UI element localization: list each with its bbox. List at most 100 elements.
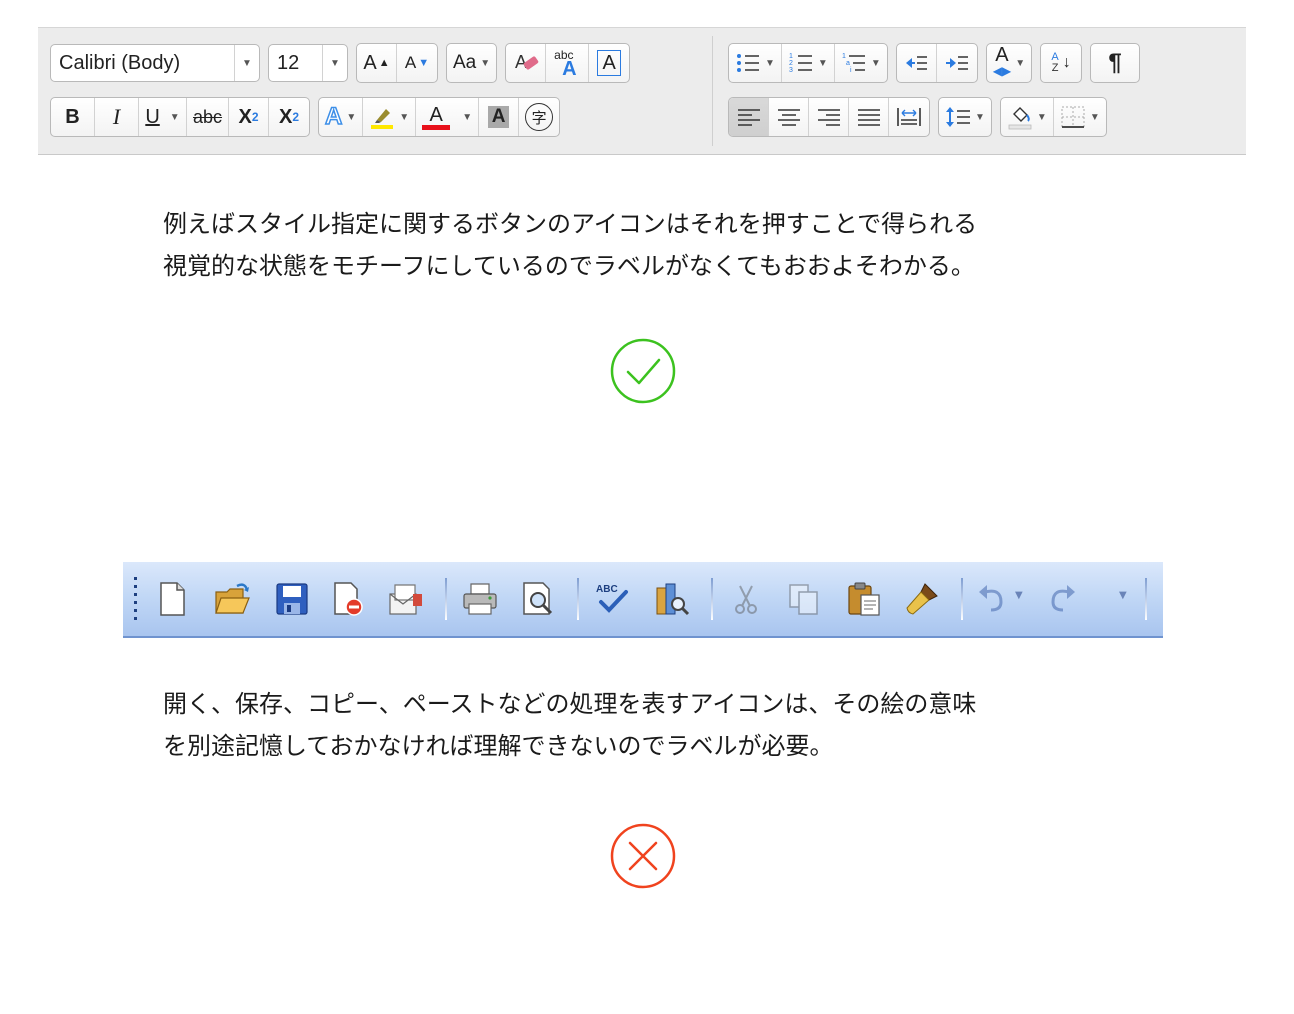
explanation-good-icons: 例えばスタイル指定に関するボタンのアイコンはそれを押すことで得られる 視覚的な状… [163, 203, 1143, 287]
line-spacing-icon [946, 107, 970, 127]
distributed-button[interactable] [889, 98, 929, 136]
chevron-down-icon[interactable]: ▼ [170, 112, 180, 123]
ribbon-row-paragraph-bottom: ▼ ▼ ▼ [728, 96, 1115, 138]
underline-button[interactable]: U ▼ [139, 98, 187, 136]
text-effects-button[interactable]: A ▼ [319, 98, 364, 136]
redo-icon[interactable] [1041, 580, 1079, 618]
character-border-button[interactable]: A [589, 44, 629, 82]
new-document-icon[interactable] [153, 580, 191, 618]
explanation-bad-icons: 開く、保存、コピー、ペーストなどの処理を表すアイコンは、その絵の意味 を別途記憶… [163, 683, 1143, 767]
formatting-ribbon: Calibri (Body) ▼ 12 ▼ A ▲ A ▼ Aa ▼ A abc… [38, 27, 1246, 155]
text-direction-label: A [995, 44, 1009, 66]
align-left-button[interactable] [729, 98, 769, 136]
sort-z-label: Z [1051, 62, 1059, 74]
bullet-list-icon [737, 54, 759, 72]
superscript-base-label: X [279, 105, 293, 128]
chevron-down-icon[interactable]: ▼ [1090, 112, 1100, 123]
change-case-button[interactable]: Aa ▼ [447, 44, 496, 82]
copy-icon[interactable] [785, 580, 823, 618]
numbering-button[interactable]: 1 2 3 ▼ [782, 44, 835, 82]
toolbar-grip-icon[interactable] [133, 576, 139, 620]
print-icon[interactable] [461, 580, 499, 618]
research-icon[interactable] [653, 580, 691, 618]
email-icon[interactable] [387, 580, 425, 618]
sort-button[interactable]: A Z ↓ [1041, 44, 1081, 82]
distributed-icon [897, 108, 921, 126]
chevron-down-icon[interactable]: ▼ [234, 45, 259, 81]
enclose-characters-button[interactable]: 字 [519, 98, 559, 136]
paragraph-line: 例えばスタイル指定に関するボタンのアイコンはそれを押すことで得られる [163, 210, 978, 238]
paragraph-line: 視覚的な状態をモチーフにしているのでラベルがなくてもおおよそわかる。 [163, 252, 975, 280]
underline-label: U [145, 105, 160, 128]
multilevel-list-icon: 1 a i [842, 53, 865, 74]
bold-button[interactable]: B [51, 98, 95, 136]
spacing-group: ▼ [938, 97, 992, 137]
align-left-icon [737, 109, 760, 126]
print-preview-icon[interactable] [519, 580, 557, 618]
toolbar-separator [961, 578, 963, 620]
open-folder-icon[interactable] [213, 580, 251, 618]
character-shading-button[interactable]: A [479, 98, 520, 136]
undo-icon[interactable] [975, 580, 1013, 618]
phonetic-guide-icon: abc A [552, 48, 582, 80]
chevron-down-icon[interactable]: ▼ [975, 112, 985, 123]
italic-button[interactable]: I [95, 98, 139, 136]
chevron-down-icon[interactable]: ▼ [399, 112, 409, 123]
character-shading-label: A [487, 106, 510, 128]
chevron-down-icon[interactable]: ▼ [1037, 112, 1047, 123]
justify-button[interactable] [849, 98, 889, 136]
spelling-icon[interactable]: ABC [593, 580, 631, 618]
chevron-down-icon[interactable]: ▼ [871, 58, 881, 69]
svg-text:3: 3 [789, 67, 793, 74]
multilevel-list-button[interactable]: 1 a i ▼ [835, 44, 887, 82]
decrease-indent-button[interactable] [897, 44, 937, 82]
font-size-combo[interactable]: 12 ▼ [268, 44, 348, 82]
font-color-button[interactable]: A ▼ [416, 98, 480, 136]
ribbon-row-font-top: Calibri (Body) ▼ 12 ▼ A ▲ A ▼ Aa ▼ A abc… [50, 42, 638, 84]
text-style-group: B I U ▼ abc X2 X2 [50, 97, 311, 137]
clear-formatting-button[interactable]: A [506, 44, 547, 82]
subscript-button[interactable]: X2 [229, 98, 270, 136]
save-icon[interactable] [273, 580, 311, 618]
superscript-button[interactable]: X2 [269, 98, 309, 136]
align-right-icon [817, 109, 840, 126]
permission-icon[interactable] [329, 580, 367, 618]
phonetic-big-label: A [562, 58, 577, 80]
chevron-down-icon[interactable]: ▼ [480, 58, 490, 69]
bullets-button[interactable]: ▼ [729, 44, 782, 82]
highlight-button[interactable]: ▼ [363, 98, 417, 136]
paste-icon[interactable] [845, 580, 883, 618]
strikethrough-button[interactable]: abc [187, 98, 230, 136]
borders-button[interactable]: ▼ [1054, 98, 1106, 136]
chevron-down-icon[interactable]: ▼ [818, 58, 828, 69]
font-size-value: 12 [277, 51, 300, 74]
chevron-down-icon[interactable]: ▼ [1119, 590, 1127, 601]
numbered-list-icon: 1 2 3 [789, 53, 812, 74]
chevron-down-icon[interactable]: ▼ [346, 112, 356, 123]
align-right-button[interactable] [809, 98, 849, 136]
chevron-down-icon[interactable]: ▼ [462, 112, 472, 123]
format-painter-icon[interactable] [903, 580, 941, 618]
shading-button[interactable]: ▼ [1001, 98, 1054, 136]
line-spacing-button[interactable]: ▼ [939, 98, 991, 136]
align-center-button[interactable] [769, 98, 809, 136]
svg-text:1: 1 [842, 53, 846, 60]
toolbar-separator [577, 578, 579, 620]
phonetic-guide-button[interactable]: abc A [546, 44, 590, 82]
chevron-down-icon[interactable]: ▼ [322, 45, 347, 81]
clear-format-group: A abc A A [505, 43, 631, 83]
show-formatting-marks-button[interactable]: ¶ [1091, 44, 1139, 82]
cut-icon[interactable] [727, 580, 765, 618]
spelling-label: ABC [596, 584, 618, 595]
increase-indent-icon [945, 56, 968, 70]
shrink-font-button[interactable]: A ▼ [397, 44, 437, 82]
font-name-combo[interactable]: Calibri (Body) ▼ [50, 44, 260, 82]
change-case-label: Aa [453, 52, 477, 73]
text-effects-label: A [324, 102, 343, 131]
chevron-down-icon[interactable]: ▼ [1015, 58, 1025, 69]
chevron-down-icon[interactable]: ▼ [765, 58, 775, 69]
increase-indent-button[interactable] [937, 44, 977, 82]
text-direction-button[interactable]: A ◀▶ ▼ [987, 44, 1031, 82]
grow-font-button[interactable]: A ▲ [357, 44, 397, 82]
chevron-down-icon[interactable]: ▼ [1015, 590, 1023, 601]
